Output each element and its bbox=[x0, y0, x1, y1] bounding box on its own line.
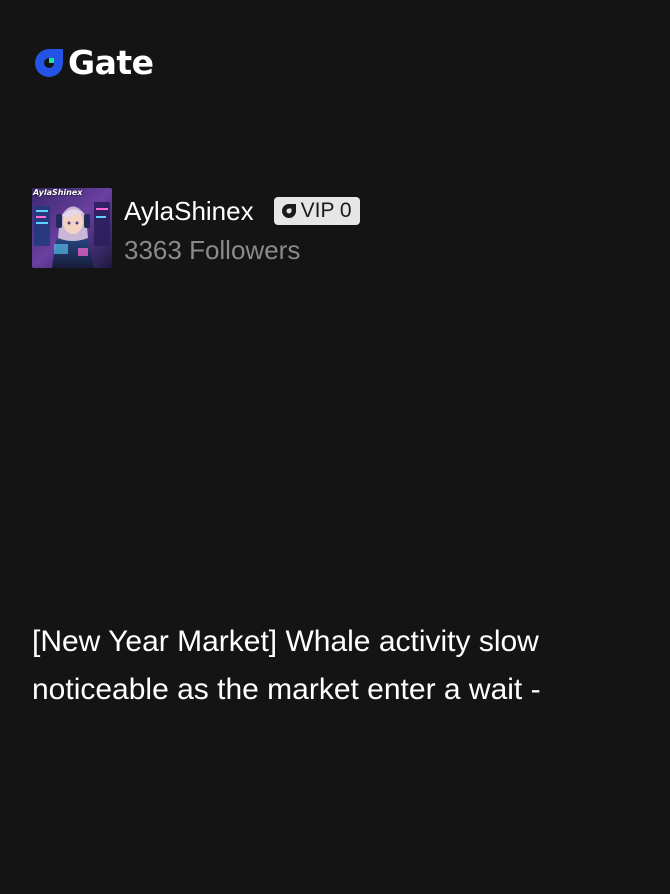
followers-count: 3363 Followers bbox=[124, 235, 301, 265]
author-profile: AylaShinex AylaShinex VIP 0 3363 Followe… bbox=[32, 188, 360, 268]
name-row: AylaShinex VIP 0 bbox=[124, 188, 360, 234]
vip-label: VIP 0 bbox=[300, 199, 352, 222]
vip-badge: VIP 0 bbox=[273, 197, 360, 225]
gate-logo-icon bbox=[35, 49, 63, 77]
gate-logo[interactable]: Gate bbox=[32, 45, 154, 81]
post-headline[interactable]: [New Year Market] Whale activity slow no… bbox=[32, 618, 632, 714]
avatar-image bbox=[32, 188, 112, 268]
username[interactable]: AylaShinex bbox=[124, 188, 254, 234]
avatar-caption: AylaShinex bbox=[33, 188, 83, 197]
brand-name: Gate bbox=[68, 43, 154, 82]
profile-info: AylaShinex VIP 0 3363 Followers bbox=[124, 188, 360, 270]
avatar[interactable]: AylaShinex bbox=[32, 188, 112, 268]
gate-vip-icon bbox=[281, 204, 296, 218]
